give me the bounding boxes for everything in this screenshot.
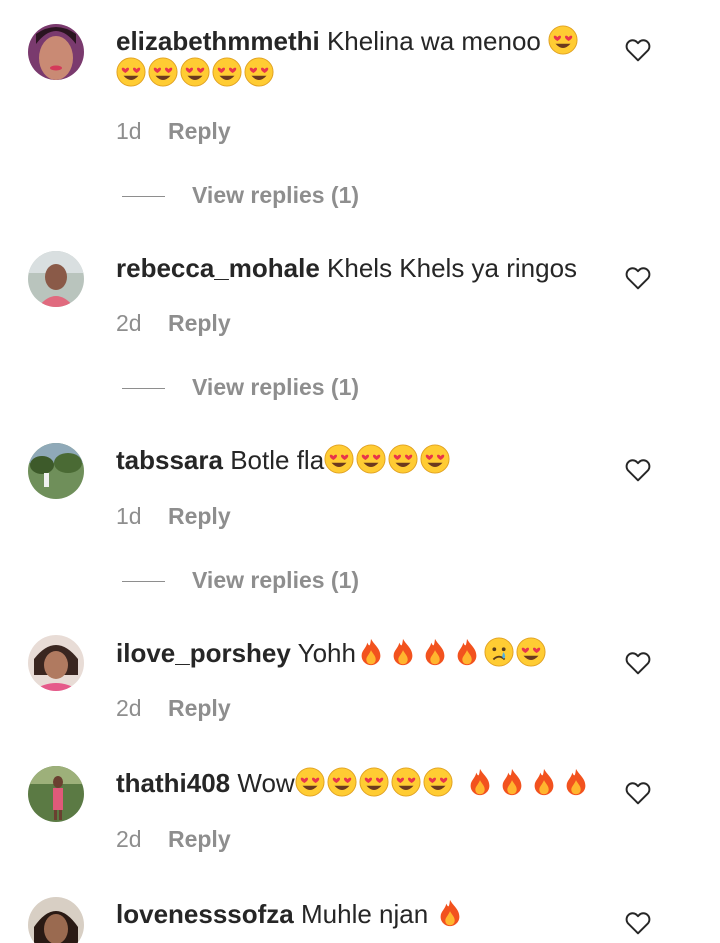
- avatar[interactable]: [28, 635, 84, 691]
- heart-eyes-emoji: [212, 57, 242, 87]
- comment-body: Khels Khels ya ringos: [327, 253, 578, 283]
- crying-face-emoji: [484, 637, 514, 667]
- emoji-group: [295, 767, 593, 798]
- fire-emoji: [356, 637, 386, 667]
- heart-eyes-emoji: [516, 637, 546, 667]
- comment-text: elizabethmmethi Khelina wa menoo: [116, 25, 596, 89]
- heart-eyes-emoji: [324, 444, 354, 474]
- heart-eyes-emoji: [356, 444, 386, 474]
- comment-text: tabssara Botle fla: [116, 444, 596, 476]
- fire-emoji: [435, 898, 465, 928]
- heart-eyes-emoji: [423, 767, 453, 797]
- comment-text: lovenesssofza Muhle njan: [116, 898, 596, 930]
- fire-emoji: [497, 767, 527, 797]
- heart-outline-icon[interactable]: [625, 911, 651, 935]
- heart-outline-icon[interactable]: [625, 458, 651, 482]
- comment-body: Botle fla: [230, 445, 325, 475]
- username[interactable]: tabssara: [116, 445, 223, 475]
- emoji-group: [116, 57, 276, 88]
- comments-list: elizabethmmethi Khelina wa menoo 1d Repl…: [0, 0, 720, 943]
- comment-body: Wow: [237, 768, 295, 798]
- username[interactable]: rebecca_mohale: [116, 253, 320, 283]
- reply-button[interactable]: Reply: [168, 310, 231, 336]
- heart-eyes-emoji: [116, 57, 146, 87]
- comment-meta: 1d Reply: [116, 502, 231, 530]
- avatar[interactable]: [28, 443, 84, 499]
- reply-button[interactable]: Reply: [168, 826, 231, 852]
- username[interactable]: elizabethmmethi: [116, 26, 320, 56]
- avatar[interactable]: [28, 251, 84, 307]
- fire-emoji: [388, 637, 418, 667]
- comment-meta: 2d Reply: [116, 825, 231, 853]
- divider: [122, 196, 165, 198]
- username[interactable]: ilove_porshey: [116, 638, 291, 668]
- comment-meta: 2d Reply: [116, 694, 231, 722]
- comment-text: rebecca_mohale Khels Khels ya ringos: [116, 252, 596, 284]
- heart-eyes-emoji: [391, 767, 421, 797]
- view-replies-button[interactable]: View replies (1): [122, 373, 359, 401]
- heart-eyes-emoji: [359, 767, 389, 797]
- comment-text: thathi408 Wow: [116, 767, 596, 799]
- comment-meta: 2d Reply: [116, 309, 231, 337]
- avatar[interactable]: [28, 897, 84, 943]
- emoji-group: [548, 25, 580, 56]
- view-replies-button[interactable]: View replies (1): [122, 566, 359, 594]
- heart-eyes-emoji: [327, 767, 357, 797]
- divider: [122, 581, 165, 583]
- heart-outline-icon[interactable]: [625, 38, 651, 62]
- heart-eyes-emoji: [148, 57, 178, 87]
- reply-button[interactable]: Reply: [168, 695, 231, 721]
- comment-text: ilove_porshey Yohh: [116, 637, 596, 669]
- timestamp: 1d: [116, 503, 142, 529]
- heart-eyes-emoji: [295, 767, 325, 797]
- heart-outline-icon[interactable]: [625, 651, 651, 675]
- fire-emoji: [561, 767, 591, 797]
- fire-emoji: [420, 637, 450, 667]
- heart-eyes-emoji: [420, 444, 450, 474]
- fire-emoji: [452, 637, 482, 667]
- view-replies-label: View replies (1): [192, 567, 360, 593]
- heart-outline-icon[interactable]: [625, 266, 651, 290]
- avatar[interactable]: [28, 766, 84, 822]
- timestamp: 2d: [116, 826, 142, 852]
- view-replies-button[interactable]: View replies (1): [122, 181, 359, 209]
- comment-body: Yohh: [297, 638, 356, 668]
- heart-eyes-emoji: [180, 57, 210, 87]
- emoji-group: [356, 637, 548, 668]
- timestamp: 1d: [116, 118, 142, 144]
- heart-eyes-emoji: [244, 57, 274, 87]
- reply-button[interactable]: Reply: [168, 503, 231, 529]
- comment-body: Khelina wa menoo: [326, 26, 541, 56]
- heart-eyes-emoji: [388, 444, 418, 474]
- divider: [122, 388, 165, 390]
- emoji-group: [324, 444, 452, 475]
- username[interactable]: lovenesssofza: [116, 899, 294, 929]
- view-replies-label: View replies (1): [192, 182, 360, 208]
- emoji-group: [435, 899, 467, 929]
- username[interactable]: thathi408: [116, 768, 230, 798]
- heart-eyes-emoji: [548, 25, 578, 55]
- view-replies-label: View replies (1): [192, 374, 360, 400]
- fire-emoji: [529, 767, 559, 797]
- timestamp: 2d: [116, 695, 142, 721]
- avatar[interactable]: [28, 24, 84, 80]
- comment-meta: 1d Reply: [116, 117, 231, 145]
- reply-button[interactable]: Reply: [168, 118, 231, 144]
- timestamp: 2d: [116, 310, 142, 336]
- heart-outline-icon[interactable]: [625, 781, 651, 805]
- fire-emoji: [465, 767, 495, 797]
- comment-body: Muhle njan: [300, 899, 429, 929]
